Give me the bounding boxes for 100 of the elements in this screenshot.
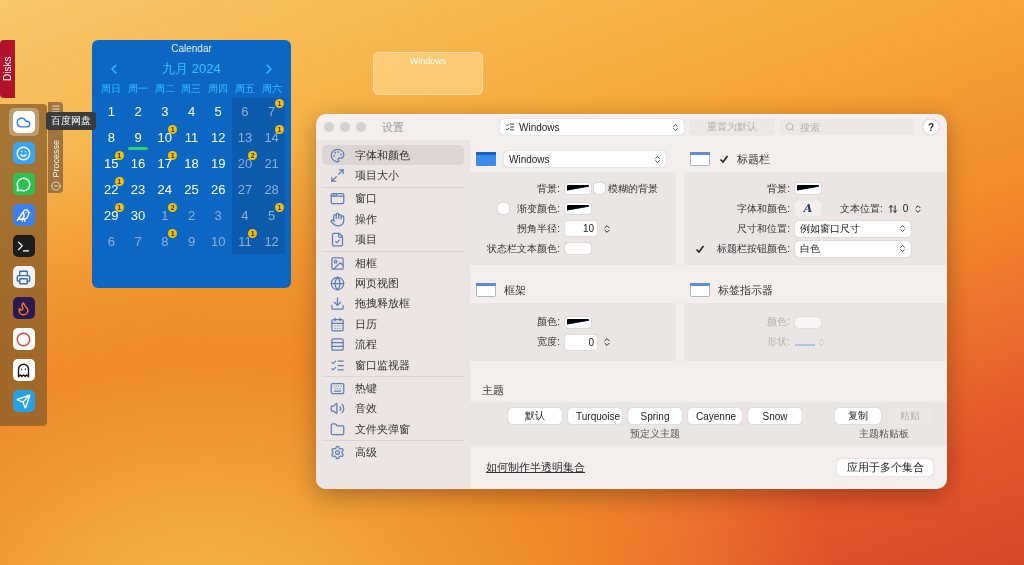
help-link[interactable]: 如何制作半透明集合 [486, 460, 585, 475]
download-icon [330, 296, 345, 312]
chevron-updown-icon [898, 224, 907, 233]
color-swatch[interactable] [565, 243, 591, 254]
calendar-day[interactable]: 3 [151, 98, 179, 124]
calendar-day[interactable]: 16 [124, 150, 152, 176]
chevron-updown-icon [671, 122, 680, 132]
section-title: 标签指示器 [718, 282, 773, 298]
sidebar-item[interactable]: 网页视图 [322, 273, 464, 294]
section-title: 框架 [504, 282, 526, 298]
checkbox[interactable] [694, 243, 705, 254]
field-label: 拐角半径: [517, 221, 560, 236]
list-icon [505, 122, 515, 132]
section-title: 主题 [481, 383, 505, 398]
speaker-icon [330, 401, 345, 417]
sidebar-item[interactable]: 拖拽释放框 [322, 293, 464, 315]
cloud-app-icon [12, 111, 35, 133]
calendar-day[interactable]: 9 [124, 124, 152, 150]
theme-button[interactable]: Spring [628, 408, 682, 424]
field-label: 尺寸和位置: [737, 221, 790, 236]
sidebar-item[interactable]: 操作 [322, 209, 464, 230]
calendar-day[interactable]: 25 [178, 176, 205, 202]
sidebar-item[interactable]: 日历 [322, 314, 464, 335]
style-select[interactable]: Windows [504, 151, 666, 167]
theme-button[interactable]: Turquoise [568, 408, 622, 424]
calendar-day[interactable]: 11 [178, 124, 205, 150]
circle-app-icon [12, 328, 35, 350]
checkbox[interactable] [718, 153, 729, 165]
calendar-day[interactable]: 4 [178, 98, 205, 124]
calendar-day[interactable]: 19 [204, 150, 232, 176]
disks-tab[interactable]: Disks [0, 40, 15, 98]
paper-plane-app-icon [12, 390, 35, 412]
sidebar-item[interactable]: 项目大小 [322, 165, 464, 186]
terminal-app-icon [12, 235, 35, 257]
sidebar-item[interactable]: 热键 [322, 378, 464, 399]
calendar-day[interactable]: 2 [124, 98, 152, 124]
sidebar-item[interactable]: 流程 [322, 334, 464, 355]
apply-button[interactable]: 应用于多个集合 [837, 459, 933, 476]
chevron-updown-icon [898, 244, 907, 253]
checkbox-label: 模糊的背景 [608, 181, 658, 196]
calendar-day[interactable]: 8 [98, 124, 125, 150]
size-select[interactable]: 例如窗口尺寸 [795, 220, 911, 237]
calendar-day[interactable]: 23 [124, 176, 152, 202]
copy-button[interactable]: 复制 [835, 408, 881, 424]
rows-icon [330, 337, 345, 353]
stepper-icon[interactable] [602, 337, 612, 347]
sidebar-item[interactable]: 高级 [322, 442, 464, 463]
calendar-day[interactable]: 18 [178, 150, 205, 176]
minus-circle-icon[interactable] [50, 181, 61, 191]
weekday-label: 周五 [233, 82, 256, 96]
chevron-updown-icon [817, 337, 826, 347]
field-label: 背景: [767, 181, 790, 196]
help-button[interactable]: ? [923, 119, 939, 135]
number-field[interactable]: 10 [565, 221, 597, 236]
number-field[interactable]: 0 [902, 203, 909, 214]
window-icon [690, 283, 710, 297]
checkbox[interactable] [594, 183, 605, 194]
sidebar-item[interactable]: 项目 [322, 229, 464, 250]
sidebar-item[interactable]: 文件夹弹窗 [322, 419, 464, 440]
theme-button[interactable]: Snow [748, 408, 802, 424]
field-label: 渐变颜色: [517, 201, 560, 216]
color-swatch[interactable] [565, 316, 591, 328]
theme-button[interactable]: Cayenne [688, 408, 742, 424]
folder-icon [330, 421, 345, 437]
button-color-select[interactable]: 白色 [795, 240, 911, 257]
flame-app-icon [12, 297, 35, 319]
calendar-day[interactable]: 5 [204, 98, 232, 124]
calendar-day[interactable]: 1 [98, 98, 125, 124]
file-check-icon [330, 232, 345, 248]
tooltip: 百度网盘 [46, 112, 96, 130]
chat-app-icon [12, 173, 35, 195]
calendar-day[interactable]: 24 [151, 176, 179, 202]
menu-icon[interactable] [50, 104, 61, 114]
theme-button[interactable]: 默认 [508, 408, 562, 424]
stepper-icon[interactable] [602, 223, 612, 234]
chevron-updown-icon [653, 154, 662, 164]
resize-icon [330, 168, 345, 184]
font-button[interactable]: A [795, 201, 821, 216]
printer-app-icon [12, 266, 35, 288]
stepper-icon[interactable] [913, 203, 924, 214]
collection-select[interactable]: Windows [500, 119, 684, 135]
sidebar-item[interactable]: 相框 [322, 252, 464, 274]
calendar-day[interactable]: 26 [204, 176, 232, 202]
number-field[interactable]: 0 [565, 334, 597, 350]
calendar-day[interactable]: 30 [124, 202, 152, 228]
sidebar-item[interactable]: 音效 [322, 398, 464, 420]
up-down-arrow-icon [887, 203, 898, 214]
color-swatch[interactable] [795, 183, 821, 194]
color-swatch[interactable] [565, 203, 591, 214]
checkbox[interactable] [498, 203, 509, 214]
sidebar-item[interactable]: 窗口监视器 [322, 354, 464, 376]
weekday-label: 周六 [260, 82, 283, 96]
sidebar-item[interactable]: 字体和颜色 [322, 145, 464, 166]
color-swatch[interactable] [565, 183, 591, 194]
hand-icon [330, 211, 345, 227]
field-label: 状态栏文本颜色: [487, 241, 560, 256]
sidebar-item[interactable]: 窗口 [322, 188, 464, 210]
keyboard-icon [330, 381, 345, 396]
calendar-day[interactable]: 12 [204, 124, 232, 150]
field-label: 字体和颜色: [737, 201, 790, 216]
